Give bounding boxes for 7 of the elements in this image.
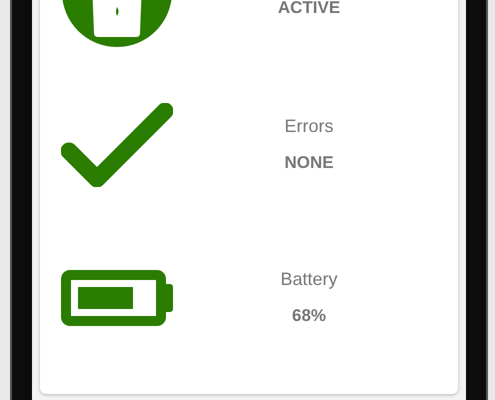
check-icon: [61, 102, 173, 186]
battery-icon: [61, 270, 173, 326]
status-value: NONE: [284, 152, 334, 174]
status-value: ACTIVE: [278, 0, 340, 19]
status-label: Battery: [280, 268, 338, 292]
status-label: Errors: [284, 115, 334, 138]
status-value: 68%: [292, 305, 326, 328]
